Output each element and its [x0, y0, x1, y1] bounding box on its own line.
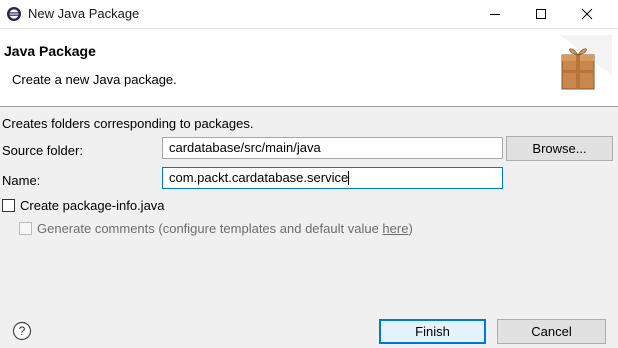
eclipse-icon [6, 6, 22, 22]
wizard-body: Creates folders corresponding to package… [0, 107, 618, 348]
close-icon [581, 8, 592, 20]
minimize-button[interactable] [472, 0, 517, 28]
generate-comments-label: Generate comments (configure templates a… [37, 221, 383, 236]
help-icon[interactable]: ? [12, 321, 32, 341]
package-name-value: com.packt.cardatabase.service [169, 170, 349, 185]
package-name-field[interactable]: com.packt.cardatabase.service [162, 167, 503, 189]
minimize-icon [489, 14, 500, 15]
form-description: Creates folders corresponding to package… [2, 116, 254, 131]
svg-text:?: ? [19, 324, 26, 338]
generate-comments-checkbox [19, 222, 32, 235]
finish-button[interactable]: Finish [379, 319, 486, 344]
create-package-info-checkbox[interactable] [2, 199, 15, 212]
close-button[interactable] [564, 0, 609, 28]
create-package-info-label: Create package-info.java [20, 198, 165, 213]
cancel-button[interactable]: Cancel [497, 319, 606, 344]
text-caret [348, 171, 350, 185]
generate-comments-suffix: ) [408, 221, 413, 236]
package-wizard-icon [548, 35, 612, 99]
browse-button[interactable]: Browse... [506, 136, 613, 161]
page-subtitle: Create a new Java package. [12, 72, 177, 87]
window-title: New Java Package [28, 6, 140, 21]
configure-templates-link[interactable]: here [382, 221, 408, 236]
name-label: Name: [2, 173, 41, 188]
source-folder-label: Source folder: [2, 143, 83, 158]
title-bar: New Java Package [0, 0, 618, 29]
wizard-header: Java Package Create a new Java package. [0, 29, 618, 107]
source-folder-field[interactable]: cardatabase/src/main/java [162, 137, 503, 159]
page-title: Java Package [4, 43, 96, 59]
generate-comments-option: Generate comments (configure templates a… [19, 221, 413, 236]
create-package-info-option[interactable]: Create package-info.java [2, 198, 165, 213]
maximize-icon [535, 9, 546, 19]
maximize-button[interactable] [518, 0, 563, 28]
